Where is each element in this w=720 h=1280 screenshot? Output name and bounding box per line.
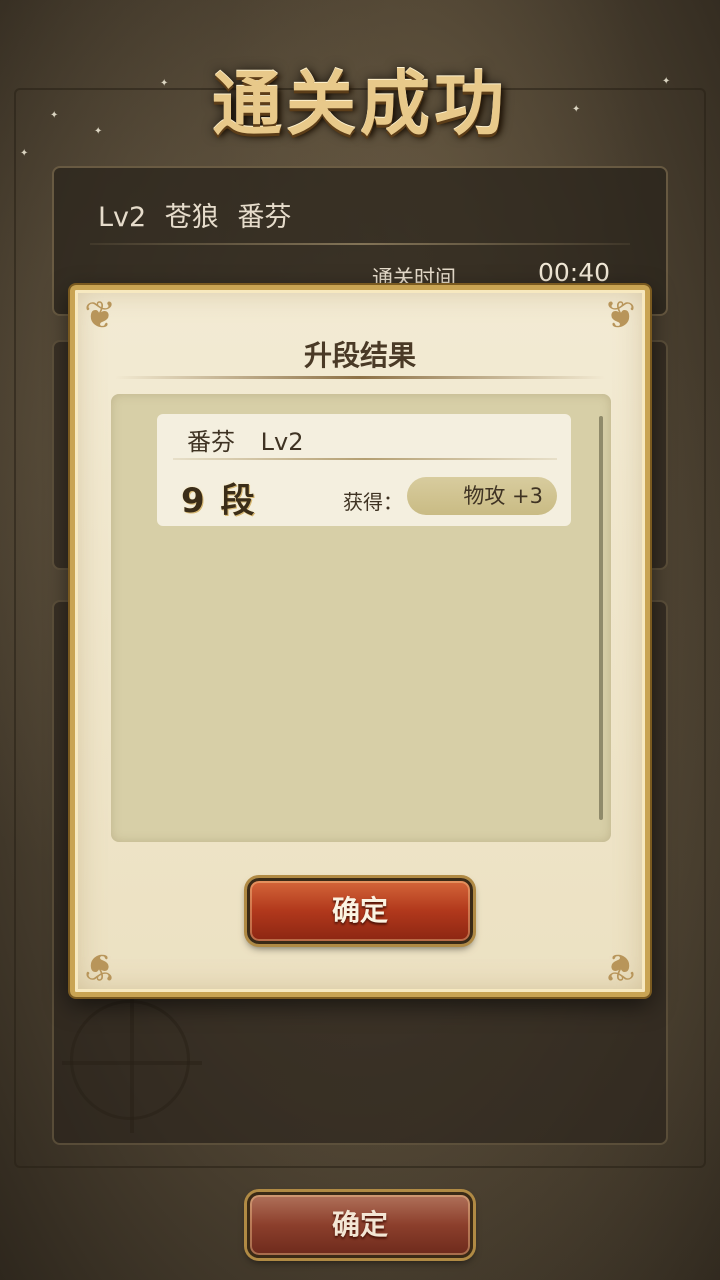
item-level: Lv2 xyxy=(260,428,304,456)
clear-time-value: 00:40 xyxy=(538,258,611,287)
corner-ornament-icon: ❦ xyxy=(604,293,636,337)
confirm-button[interactable]: 确定 xyxy=(247,1192,473,1258)
result-header: Lv2 苍狼 番芬 xyxy=(98,195,291,234)
item-divider xyxy=(173,458,557,460)
corner-ornament-icon: ❦ xyxy=(84,293,116,337)
character-name: 番芬 xyxy=(237,202,292,233)
title-divider xyxy=(115,376,605,379)
item-character: 番芬 Lv2 xyxy=(187,422,303,457)
gain-label: 获得： xyxy=(343,490,403,514)
scrollbar[interactable] xyxy=(599,416,603,820)
gain-badge: 物攻 +3 xyxy=(407,477,557,515)
corner-ornament-icon: ❦ xyxy=(84,945,116,989)
stage-name: 苍狼 xyxy=(164,202,219,233)
modal-title: 升段结果 xyxy=(303,339,416,372)
modal-confirm-button[interactable]: 确定 xyxy=(247,878,473,944)
stage-clear-title: 通关成功 xyxy=(212,63,508,145)
corner-ornament-icon: ❦ xyxy=(604,945,636,989)
sparkle-icon: ✦ xyxy=(20,148,29,159)
rank-value: 9 段 xyxy=(181,481,257,521)
divider xyxy=(90,243,630,245)
compass-icon xyxy=(70,993,190,1133)
item-character-name: 番芬 xyxy=(187,428,235,456)
stage-level: Lv2 xyxy=(98,202,147,233)
rank-up-modal: ❦ ❦ ❦ ❦ 升段结果 番芬 Lv2 9 段 获得： 物攻 +3 确定 xyxy=(70,285,650,997)
